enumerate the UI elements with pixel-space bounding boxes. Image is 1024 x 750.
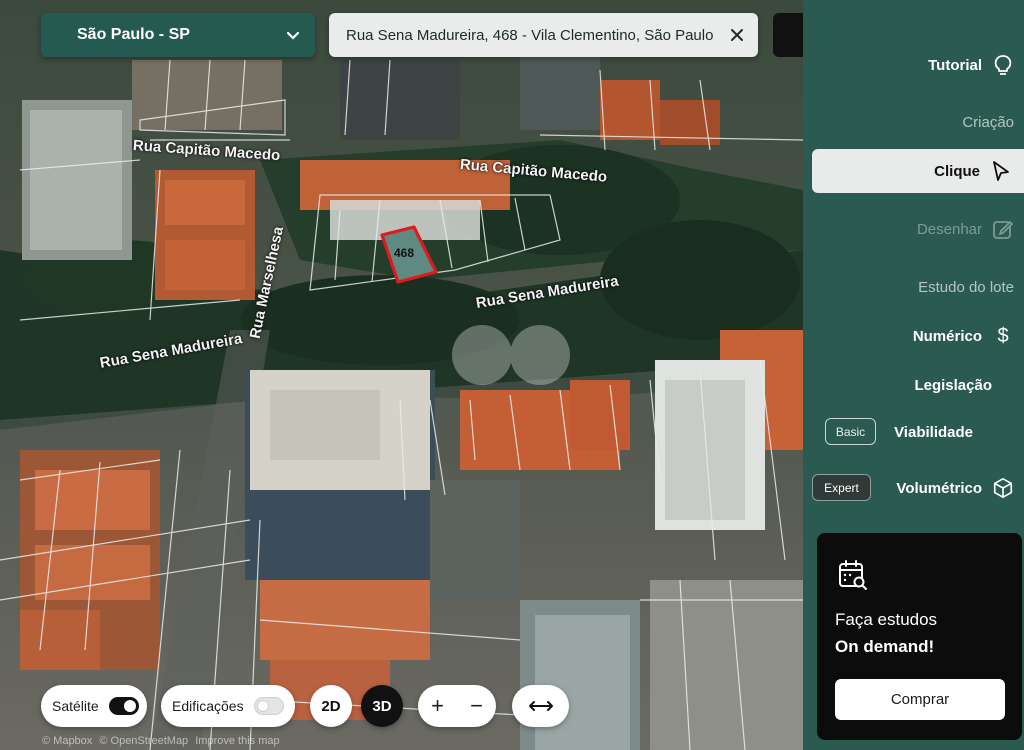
pencil-square-icon — [992, 218, 1014, 240]
city-selector[interactable]: São Paulo - SP — [41, 13, 315, 57]
view-3d-button[interactable]: 3D — [361, 685, 403, 727]
sidebar-item-label: Numérico — [912, 327, 982, 345]
basic-badge: Basic — [825, 418, 876, 445]
zoom-out-button[interactable]: − — [470, 693, 483, 719]
sidebar-item-label: Clique — [934, 162, 980, 180]
satellite-toggle[interactable]: Satélite — [41, 685, 147, 727]
expand-map-button[interactable] — [512, 685, 569, 727]
sidebar-item-viabilidade[interactable]: Viabilidade — [894, 410, 973, 454]
sidebar-section-criacao: Criação — [962, 100, 1014, 144]
sidebar-item-label: Estudo do lote — [918, 278, 1014, 296]
sidebar: Tutorial Criação Clique Desenhar Estudo … — [803, 0, 1024, 750]
sidebar-item-label: Tutorial — [928, 56, 982, 74]
sidebar-item-legislacao[interactable]: Legislação — [914, 363, 992, 407]
satellite-toggle-label: Satélite — [52, 698, 99, 714]
buildings-toggle[interactable]: Edificações — [161, 685, 295, 727]
sidebar-item-label: Viabilidade — [894, 423, 973, 441]
lot-number-label: 468 — [394, 246, 415, 260]
city-selector-value: São Paulo - SP — [77, 26, 190, 43]
calendar-search-icon — [839, 560, 867, 590]
chevron-down-icon — [286, 31, 300, 40]
sidebar-item-tutorial[interactable]: Tutorial — [928, 43, 1014, 87]
sidebar-item-label: Criação — [962, 113, 1014, 131]
sidebar-item-label: Desenhar — [916, 220, 982, 238]
promo-subtitle: On demand! — [835, 637, 935, 656]
buildings-toggle-label: Edificações — [172, 698, 244, 714]
lightbulb-icon — [992, 54, 1014, 76]
improve-map-link[interactable]: Improve this map — [195, 735, 279, 747]
address-search-field[interactable]: Rua Sena Madureira, 468 - Vila Clementin… — [329, 13, 758, 57]
sidebar-item-label: Legislação — [914, 376, 992, 394]
sidebar-item-clique[interactable]: Clique — [812, 149, 1024, 193]
overlay-tab — [773, 13, 803, 57]
sidebar-item-desenhar[interactable]: Desenhar — [917, 207, 1014, 251]
sidebar-item-label: Volumétrico — [896, 479, 982, 497]
close-icon — [731, 29, 743, 41]
mapbox-attribution-link[interactable]: © Mapbox — [42, 735, 92, 747]
satellite-map[interactable]: Rua Capitão Macedo Rua Capitão Macedo Ru… — [0, 0, 803, 750]
sidebar-section-estudo-do-lote: Estudo do lote — [918, 265, 1014, 309]
map-imagery — [0, 50, 803, 750]
map-attribution: © Mapbox © OpenStreetMap Improve this ma… — [42, 735, 284, 747]
buy-button[interactable]: Comprar — [835, 679, 1005, 720]
cursor-arrow-icon — [990, 160, 1012, 182]
promo-card: Faça estudos On demand! Comprar — [817, 533, 1022, 740]
satellite-switch[interactable] — [108, 697, 139, 715]
buildings-switch[interactable] — [253, 697, 284, 715]
address-search-value[interactable]: Rua Sena Madureira, 468 - Vila Clementin… — [346, 27, 726, 44]
clear-address-button[interactable] — [726, 24, 748, 46]
cube-icon — [992, 477, 1014, 499]
sidebar-item-volumetrico[interactable]: Volumétrico — [896, 466, 1014, 510]
horizontal-arrows-icon — [528, 701, 553, 711]
dollar-icon: $ — [997, 324, 1009, 347]
view-2d-button[interactable]: 2D — [310, 685, 352, 727]
expert-badge: Expert — [812, 474, 871, 501]
promo-title: Faça estudos — [835, 610, 938, 629]
openstreetmap-attribution-link[interactable]: © OpenStreetMap — [99, 735, 188, 747]
zoom-controls: + − — [418, 685, 496, 727]
sidebar-item-numerico[interactable]: Numérico $ — [913, 314, 1014, 358]
app-root: Rua Capitão Macedo Rua Capitão Macedo Ru… — [0, 0, 1024, 750]
zoom-in-button[interactable]: + — [431, 693, 444, 719]
